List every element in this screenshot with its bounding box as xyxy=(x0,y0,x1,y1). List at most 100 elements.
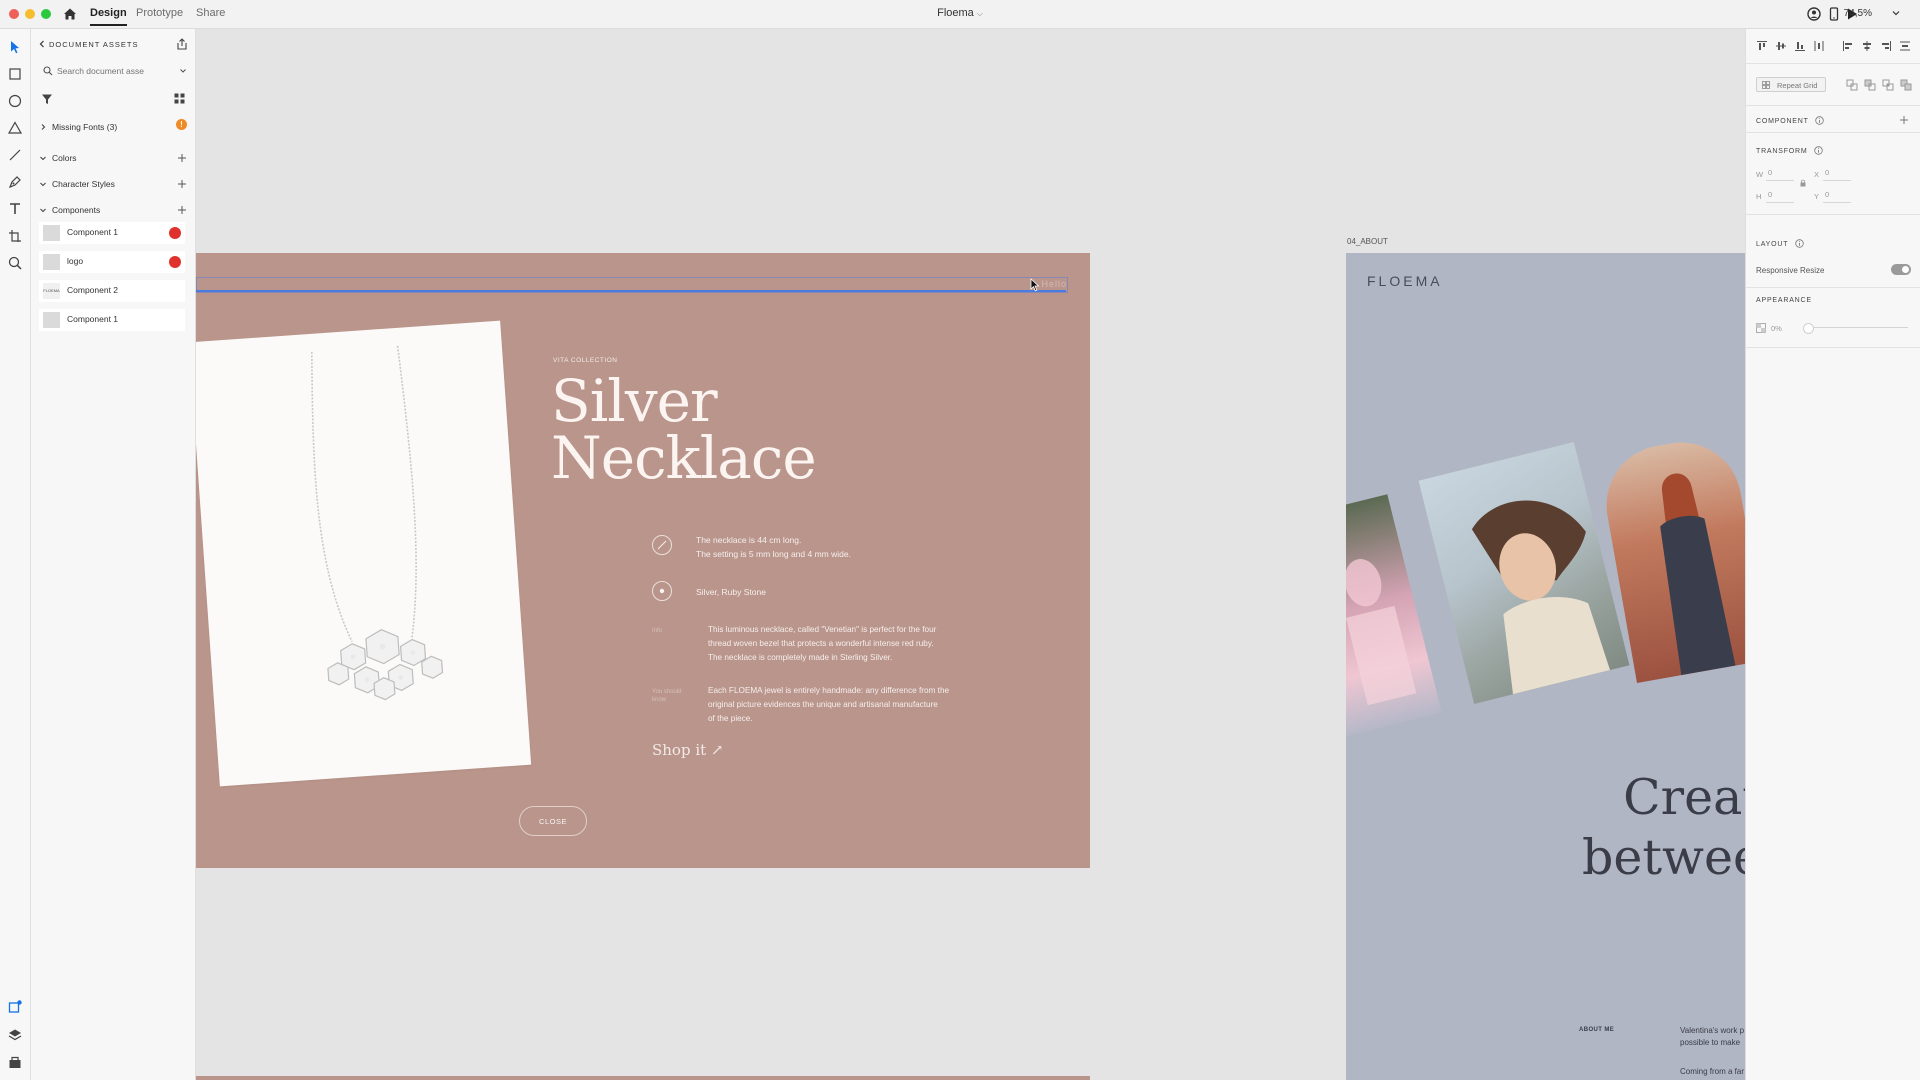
section-label: Character Styles xyxy=(52,179,115,189)
plugins-icon[interactable] xyxy=(7,999,23,1015)
text-tool-icon[interactable] xyxy=(7,201,23,217)
info-icon[interactable] xyxy=(1795,239,1804,248)
info-icon[interactable] xyxy=(1814,146,1823,155)
boolean-exclude-icon[interactable] xyxy=(1900,79,1912,91)
tab-prototype[interactable]: Prototype xyxy=(136,7,183,19)
component-name: Component 2 xyxy=(67,285,119,295)
align-top-icon[interactable] xyxy=(1756,40,1768,52)
about-headline-line: Creat xyxy=(1623,769,1745,826)
chevron-down-icon[interactable]: ⌵ xyxy=(977,9,983,18)
colors-section[interactable]: Colors xyxy=(39,151,77,165)
repeat-grid-button[interactable]: Repeat Grid xyxy=(1756,77,1826,92)
about-me-label: ABOUT ME xyxy=(1579,1027,1615,1033)
add-icon[interactable] xyxy=(177,205,187,215)
zoom-tool-icon[interactable] xyxy=(7,255,23,271)
add-icon[interactable] xyxy=(177,153,187,163)
assets-panel: DOCUMENT ASSETS Missing Fonts (3) ! Colo… xyxy=(31,29,196,1080)
components-section[interactable]: Components xyxy=(39,203,100,217)
layers-icon[interactable] xyxy=(7,1027,23,1043)
opacity-value[interactable]: 0% xyxy=(1771,324,1782,333)
transform-label: TRANSFORM xyxy=(1756,148,1808,155)
close-window-button[interactable] xyxy=(9,9,19,19)
export-icon[interactable] xyxy=(175,37,189,51)
property-inspector: Repeat Grid COMPONENT TRANSFORM W 0 X 0 … xyxy=(1745,29,1920,1080)
y-field[interactable]: 0 xyxy=(1825,190,1829,199)
add-icon[interactable] xyxy=(1898,114,1910,126)
add-icon[interactable] xyxy=(177,179,187,189)
artboard-label[interactable]: 04_ABOUT xyxy=(1347,237,1388,246)
assets-icon[interactable] xyxy=(7,1054,23,1070)
component-item[interactable]: FLOEMA Component 2 xyxy=(39,280,185,302)
product-photo[interactable] xyxy=(196,320,532,787)
opacity-slider-track[interactable] xyxy=(1808,327,1908,328)
chevron-left-icon[interactable] xyxy=(37,39,47,49)
tab-design[interactable]: Design xyxy=(90,7,127,26)
shop-link[interactable]: Shop it ↗ xyxy=(652,741,724,759)
appearance-label: APPEARANCE xyxy=(1756,297,1812,304)
search-input[interactable] xyxy=(57,63,167,79)
ellipse-tool-icon[interactable] xyxy=(7,93,23,109)
component-item[interactable]: logo xyxy=(39,251,185,273)
artboard-tool-icon[interactable] xyxy=(7,228,23,244)
distribute-vertical-icon[interactable] xyxy=(1899,40,1911,52)
chevron-down-icon[interactable] xyxy=(1890,7,1902,19)
boolean-add-icon[interactable] xyxy=(1846,79,1858,91)
opacity-slider-handle[interactable] xyxy=(1803,323,1814,334)
layout-label: LAYOUT xyxy=(1756,241,1789,248)
distribute-icon[interactable] xyxy=(1813,40,1825,52)
close-button[interactable]: CLOSE xyxy=(519,806,587,836)
select-tool-icon[interactable] xyxy=(7,39,23,55)
user-icon[interactable] xyxy=(1806,6,1822,22)
polygon-tool-icon[interactable] xyxy=(7,120,23,136)
boolean-intersect-icon[interactable] xyxy=(1882,79,1894,91)
component-item[interactable]: Component 1 xyxy=(39,309,185,331)
filter-icon[interactable] xyxy=(41,93,53,105)
x-label: X xyxy=(1814,170,1820,179)
line-tool-icon[interactable] xyxy=(7,147,23,163)
component-thumbnail xyxy=(43,254,60,270)
responsive-resize-toggle[interactable] xyxy=(1891,264,1911,275)
chevron-down-icon[interactable] xyxy=(179,67,187,75)
field-underline xyxy=(1766,202,1794,203)
minimize-window-button[interactable] xyxy=(25,9,35,19)
section-label: Components xyxy=(52,205,101,215)
align-middle-icon[interactable] xyxy=(1775,40,1787,52)
width-field[interactable]: 0 xyxy=(1768,168,1772,177)
pen-tool-icon[interactable] xyxy=(7,174,23,190)
about-artboard[interactable]: FLOEMA Creat betwee ABOUT ME Valentina's… xyxy=(1346,253,1745,1080)
align-bottom-icon[interactable] xyxy=(1794,40,1806,52)
grid-view-icon[interactable] xyxy=(174,93,185,104)
product-title-line: Necklace xyxy=(551,424,817,492)
missing-fonts-section[interactable]: Missing Fonts (3) xyxy=(39,120,117,134)
opacity-icon xyxy=(1756,323,1766,333)
home-icon[interactable] xyxy=(62,6,78,22)
component-item[interactable]: Component 1 xyxy=(39,222,185,244)
document-title[interactable]: Floema xyxy=(937,7,974,19)
mobile-preview-icon[interactable] xyxy=(1826,6,1842,22)
material-info: Silver, Ruby Stone xyxy=(696,587,766,597)
x-field[interactable]: 0 xyxy=(1825,168,1829,177)
zoom-level[interactable]: 74,5% xyxy=(1844,8,1872,19)
note-label: You should know xyxy=(652,688,681,704)
info-icon[interactable] xyxy=(1815,116,1825,125)
chevron-down-icon xyxy=(40,182,46,187)
section-label: Colors xyxy=(52,153,77,163)
height-field[interactable]: 0 xyxy=(1768,190,1772,199)
maximize-window-button[interactable] xyxy=(41,9,51,19)
rectangle-tool-icon[interactable] xyxy=(7,66,23,82)
header-text[interactable]: Hello xyxy=(1041,279,1067,289)
boolean-subtract-icon[interactable] xyxy=(1864,79,1876,91)
lock-aspect-icon[interactable] xyxy=(1799,179,1807,187)
align-right-icon[interactable] xyxy=(1880,40,1892,52)
product-artboard[interactable]: Hello VITA COLLECTION Silver Necklace Th… xyxy=(196,253,1090,868)
divider xyxy=(1746,347,1920,348)
component-label: COMPONENT xyxy=(1756,118,1809,125)
responsive-resize-label: Responsive Resize xyxy=(1756,266,1825,275)
align-center-icon[interactable] xyxy=(1861,40,1873,52)
character-styles-section[interactable]: Character Styles xyxy=(39,177,115,191)
warning-icon: ! xyxy=(176,119,187,130)
tab-share[interactable]: Share xyxy=(196,7,225,19)
info-line: This luminous necklace, called "Venetian… xyxy=(708,625,937,634)
align-left-icon[interactable] xyxy=(1842,40,1854,52)
component-section: COMPONENT xyxy=(1756,116,1825,125)
